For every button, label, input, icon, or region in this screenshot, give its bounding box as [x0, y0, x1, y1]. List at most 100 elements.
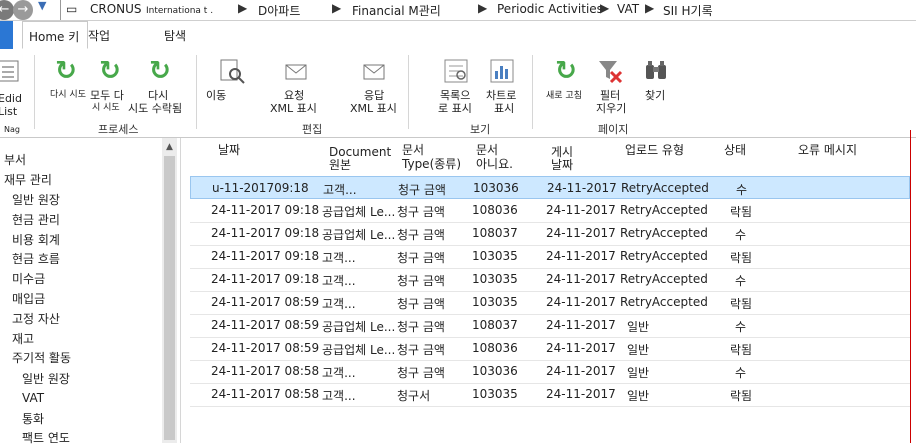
table-row[interactable]: 24-11-2017 08:58 고객... 청구 금액 103036 24-11-20…	[190, 360, 910, 384]
divider	[196, 55, 197, 129]
breadcrumb-item-periodic[interactable]: Periodic Activities	[497, 2, 603, 16]
find-binoculars-icon[interactable]	[642, 57, 670, 85]
retry-all-label: 모두 다	[90, 89, 124, 102]
cell-posting-date: 24-11-2017	[546, 226, 616, 240]
divider	[532, 55, 533, 129]
tab-navigate[interactable]: 탐색	[164, 27, 186, 44]
table-row[interactable]: 24-11-2017 08:59 공급업체 Le... 청구 금액 108036 24-…	[190, 337, 910, 361]
column-header-error-message[interactable]: 오류 메시지	[798, 144, 857, 157]
cell-doc-source: 고객...	[322, 389, 356, 403]
cell-posting-date: 24-11-2017	[546, 295, 616, 309]
sidebar-item-vat[interactable]: VAT	[22, 391, 44, 405]
sidebar-item-fiscal-year[interactable]: 팩트 연도	[22, 429, 70, 446]
cell-doc-no: 103036	[472, 364, 518, 378]
sidebar-item-cash-flow[interactable]: 현금 흐름	[12, 250, 60, 267]
sidebar-item-cash-management[interactable]: 현금 관리	[12, 211, 60, 228]
sidebar-item-periodic-activities[interactable]: 주기적 활동	[12, 349, 71, 366]
table-row[interactable]: 24-11-2017 08:58 고객... 청구서 103035 24-11-2017…	[190, 383, 910, 407]
cell-upload-type: RetryAccepted	[620, 203, 708, 217]
divider	[34, 55, 35, 129]
cell-doc-no: 108036	[472, 203, 518, 217]
cell-posting-date: 24-11-2017	[546, 249, 616, 263]
breadcrumb-separator-icon: ▶	[645, 1, 655, 15]
chart-view-icon[interactable]	[488, 57, 516, 85]
scroll-up-icon[interactable]: ▲	[162, 142, 177, 152]
breadcrumb-item-financial[interactable]: Financial M관리	[352, 2, 441, 19]
cell-date: 24-11-2017 08:59	[211, 341, 320, 355]
forward-arrow-icon[interactable]: →	[13, 0, 33, 20]
edit-list-label-1: Edid	[0, 92, 22, 105]
breadcrumb-company[interactable]: CRONUS	[90, 2, 142, 16]
table-row[interactable]: 24-11-2017 09:18 공급업체 Le... 청구 금액 108036 24-…	[190, 199, 910, 223]
sidebar-item-cost-accounting[interactable]: 비용 회계	[12, 231, 60, 248]
history-search-icon[interactable]	[218, 57, 246, 85]
sidebar-item-receivables[interactable]: 미수금	[12, 270, 45, 287]
cell-status: 락됨	[730, 297, 753, 311]
breadcrumb-item-vat[interactable]: VAT	[617, 2, 639, 16]
column-header-upload-type[interactable]: 업로드 유형	[625, 144, 684, 157]
clear-filter-icon[interactable]	[596, 57, 624, 85]
cell-doc-type: 청구 금액	[397, 274, 445, 288]
retry-accepted-icon[interactable]: ↻	[146, 57, 174, 85]
tab-home[interactable]: Home 키	[22, 21, 89, 49]
cell-status: 수	[735, 320, 747, 334]
app-menu-button[interactable]	[0, 21, 13, 49]
cell-doc-source: 고객...	[322, 297, 356, 311]
sidebar-item-general-ledger[interactable]: 일반 원장	[12, 191, 60, 208]
list-view-icon[interactable]	[442, 57, 470, 85]
sidebar-item-fixed-assets[interactable]: 고정 자산	[12, 310, 60, 327]
column-header-date[interactable]: 날짜	[218, 144, 240, 157]
list-view-label-1: 목록으	[440, 89, 471, 102]
sidebar-item-payables[interactable]: 매입금	[12, 290, 45, 307]
sidebar-item-inventory[interactable]: 재고	[12, 330, 34, 347]
breadcrumb-item-departments[interactable]: D아파트	[258, 2, 300, 19]
table-row[interactable]: 24-11-2017 09:18 고객... 청구 금액 103035 24-11-20…	[190, 245, 910, 269]
cell-doc-type: 청구 금액	[397, 205, 445, 219]
sidebar-item-departments[interactable]: 부서	[4, 151, 26, 168]
cell-doc-type: 청구 금액	[397, 251, 445, 265]
cell-status: 락됨	[730, 343, 753, 357]
find-label: 찾기	[645, 89, 666, 102]
chevron-down-icon[interactable]: ▼	[38, 0, 46, 12]
cell-upload-type: 일반	[627, 343, 650, 357]
sidebar-item-periodic-general-ledger[interactable]: 일반 원장	[22, 370, 70, 387]
chart-view-label-1: 차트로	[486, 89, 517, 102]
sidebar-item-currency[interactable]: 통화	[22, 410, 44, 427]
column-header-status[interactable]: 상태	[724, 144, 746, 157]
sidebar-item-financial-management[interactable]: 재무 관리	[4, 171, 52, 188]
cell-posting-date: 24-11-2017	[546, 272, 616, 286]
cell-date: 24-11-2017 08:58	[211, 364, 320, 378]
cell-upload-type: RetryAccepted	[620, 226, 708, 240]
back-arrow-icon[interactable]: ←	[0, 0, 14, 20]
cell-doc-no: 108037	[472, 318, 518, 332]
table-row[interactable]: 24-11-2017 09:18 공급업체 Le... 청구 금액 108037 24-…	[190, 222, 910, 246]
cell-status: 락됨	[730, 389, 753, 403]
table-row[interactable]: u-11-201709:18 고객... 청구 금액 103036 24-11-2017…	[190, 176, 910, 199]
breadcrumb-separator-icon: ▶	[238, 1, 248, 15]
retry-all-icon[interactable]: ↻	[52, 57, 80, 85]
cell-upload-type: RetryAccepted	[620, 249, 708, 263]
tab-actions[interactable]: 작업	[88, 27, 110, 44]
group-label-edit: 편집	[302, 123, 323, 136]
column-header-doc-type-1[interactable]: 문서	[402, 144, 424, 157]
cell-doc-no: 103035	[472, 387, 518, 401]
group-label-page: 페이지	[598, 123, 629, 136]
table-row[interactable]: 24-11-2017 09:18 고객... 청구 금액 103035 24-11-20…	[190, 268, 910, 292]
chart-view-label-2: 표시	[494, 102, 515, 115]
retry-all-small-label: 다시 시도	[50, 90, 86, 100]
cell-date: 24-11-2017 09:18	[211, 203, 320, 217]
sidebar-scrollbar[interactable]: ▲	[162, 138, 177, 443]
scrollbar-thumb[interactable]	[164, 156, 175, 440]
breadcrumb-item-sii-history[interactable]: SII H기록	[663, 2, 713, 19]
edit-list-icon[interactable]	[0, 57, 22, 85]
cell-upload-type: 일반	[627, 320, 650, 334]
table-row[interactable]: 24-11-2017 08:59 공급업체 Le... 청구 금액 108037 24-…	[190, 314, 910, 338]
column-header-doc-no-1[interactable]: 문서	[476, 144, 498, 157]
retry-all-accepted-icon[interactable]: ↻	[96, 57, 124, 85]
cell-doc-source: 고객...	[322, 251, 356, 265]
table-row[interactable]: 24-11-2017 08:59 고객... 청구 금액 103035 24-11-20…	[190, 291, 910, 315]
cell-status: 락됨	[730, 205, 753, 219]
refresh-icon[interactable]: ↻	[552, 57, 580, 85]
response-xml-icon[interactable]	[360, 59, 388, 87]
request-xml-icon[interactable]	[282, 59, 310, 87]
